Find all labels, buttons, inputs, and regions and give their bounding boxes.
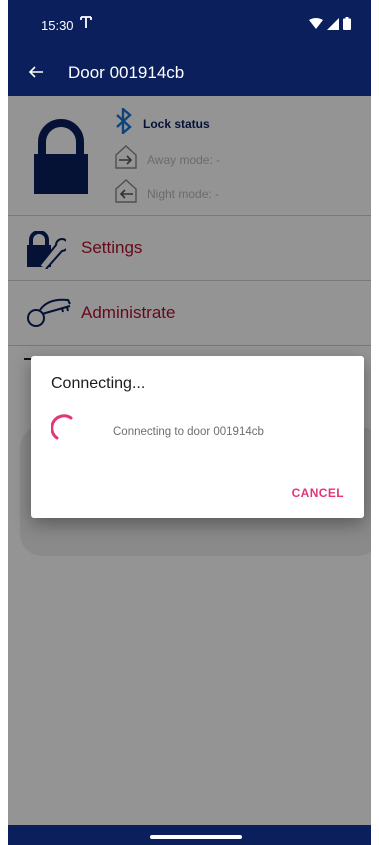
antenna-icon (79, 15, 93, 34)
status-time: 15:30 (41, 18, 74, 33)
app-bar: Door 001914cb (8, 52, 371, 96)
battery-icon (343, 17, 351, 35)
back-button[interactable] (22, 60, 50, 88)
navigation-bar (8, 825, 371, 845)
wifi-icon (309, 17, 323, 35)
app-screen: 15:30 Door 001914cb Lock status Away mod… (8, 0, 371, 845)
signal-icon (327, 17, 339, 35)
status-bar: 15:30 (8, 0, 371, 52)
dialog-message: Connecting to door 001914cb (113, 426, 264, 438)
home-handle[interactable] (150, 835, 242, 839)
cancel-button[interactable]: CANCEL (292, 486, 344, 500)
progress-spinner-icon (50, 414, 81, 449)
connecting-dialog: Connecting... Connecting to door 001914c… (31, 356, 364, 518)
arrow-back-icon (28, 64, 44, 85)
status-icons (309, 17, 351, 35)
page-title: Door 001914cb (68, 63, 185, 82)
dialog-title: Connecting... (51, 375, 146, 392)
